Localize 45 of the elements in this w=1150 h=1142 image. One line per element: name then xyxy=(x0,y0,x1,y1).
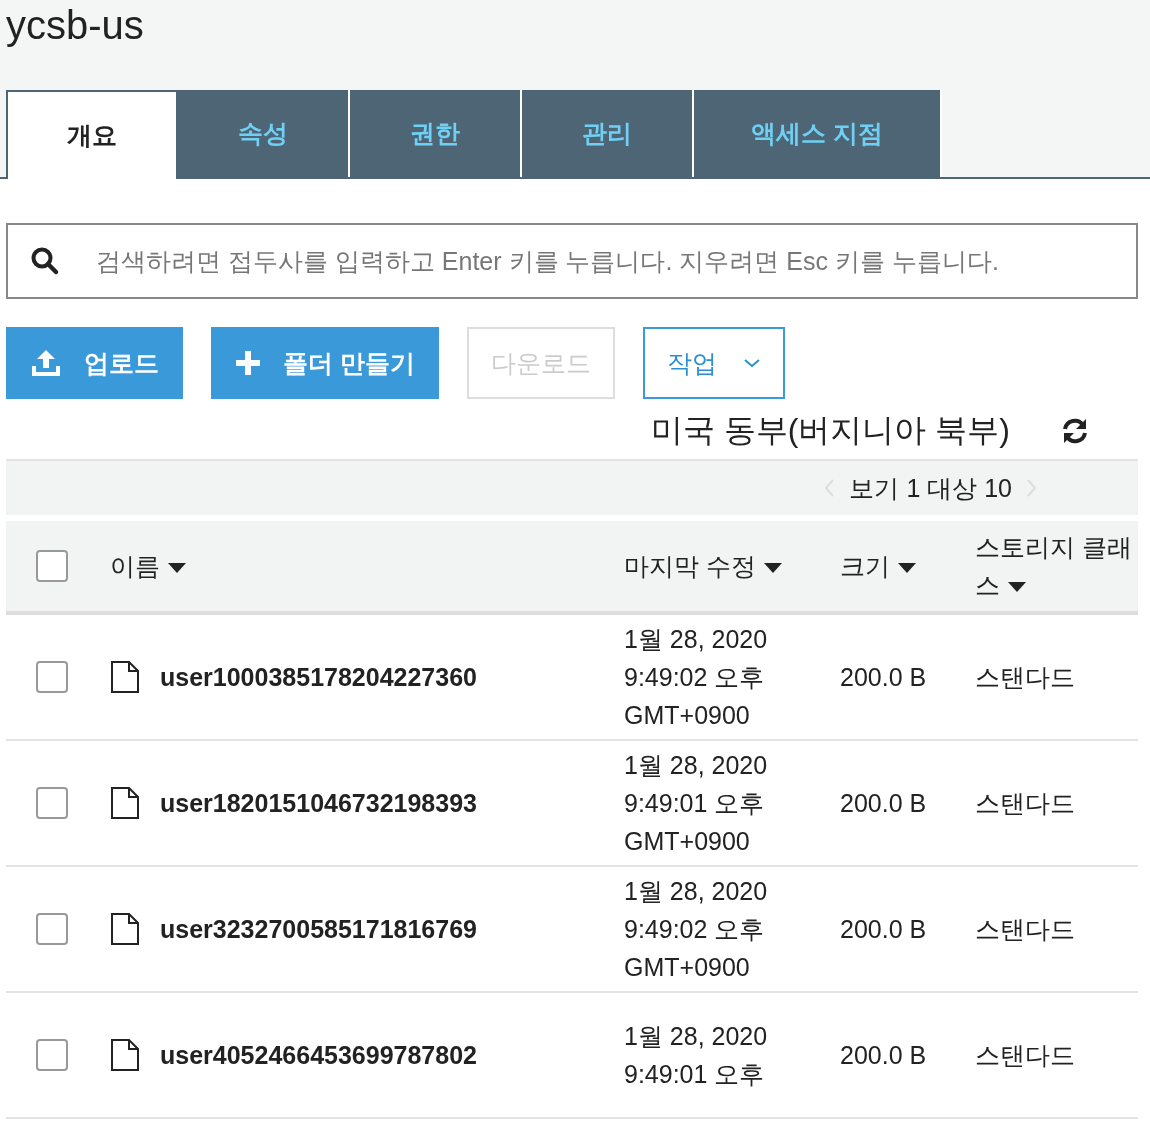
caret-icon xyxy=(898,562,916,573)
pagination-label: 보기 1 대상 10 xyxy=(849,472,1012,504)
row-checkbox[interactable] xyxy=(36,661,68,693)
caret-icon xyxy=(763,562,782,573)
search-icon xyxy=(30,246,60,276)
modified-date: 1월 28, 2020 9:49:02 오후 GMT+0900 xyxy=(624,876,768,983)
column-header[interactable]: 크기 xyxy=(840,549,916,583)
caret-icon xyxy=(1008,582,1026,593)
file-icon xyxy=(110,912,140,946)
modified-date: 1월 28, 2020 9:49:01 오후 xyxy=(624,1021,768,1090)
column-header[interactable]: 스토리지 클래스 xyxy=(975,528,1138,604)
tab[interactable]: 개요 xyxy=(6,90,178,179)
storage-class: 스탠다드 xyxy=(975,661,1075,693)
refresh-icon[interactable] xyxy=(1060,416,1090,446)
chevron-down-icon xyxy=(742,357,761,369)
file-size: 200.0 B xyxy=(840,914,927,944)
bucket-title: ycsb-us xyxy=(6,2,145,49)
plus-icon xyxy=(235,350,261,376)
file-name-link[interactable]: user1820151046732198393 xyxy=(160,788,477,818)
modified-date: 1월 28, 2020 9:49:02 오후 GMT+0900 xyxy=(624,624,768,731)
file-name-link[interactable]: user3232700585171816769 xyxy=(160,914,477,944)
modified-date: 1월 28, 2020 9:49:01 오후 GMT+0900 xyxy=(624,750,768,857)
file-icon xyxy=(110,1038,140,1072)
column-header[interactable]: 마지막 수정 xyxy=(624,549,782,583)
storage-class: 스탠다드 xyxy=(975,1039,1075,1071)
row-checkbox[interactable] xyxy=(36,787,68,819)
file-icon xyxy=(110,786,140,820)
caret-icon xyxy=(168,562,186,573)
toolbar-button[interactable]: 작업 xyxy=(642,327,785,399)
row-checkbox[interactable] xyxy=(36,1039,68,1071)
file-size: 200.0 B xyxy=(840,788,927,818)
file-name-link[interactable]: user4052466453699787802 xyxy=(160,1040,477,1070)
upload-icon xyxy=(30,348,62,378)
file-size: 200.0 B xyxy=(840,662,927,692)
search-input[interactable]: 검색하려면 접두사를 입력하고 Enter 키를 누릅니다. 지우려면 Esc 키를 누릅니다. xyxy=(94,245,1136,277)
search-field[interactable]: 검색하려면 접두사를 입력하고 Enter 키를 누릅니다. 지우려면 Esc 키를 누릅니다. xyxy=(6,223,1138,299)
storage-class: 스탠다드 xyxy=(975,913,1075,945)
select-all-checkbox[interactable] xyxy=(36,550,68,582)
region-label: 미국 동부(버지니아 북부) xyxy=(650,411,1010,450)
file-icon xyxy=(110,660,140,694)
file-size: 200.0 B xyxy=(840,1040,927,1070)
storage-class: 스탠다드 xyxy=(975,787,1075,819)
column-header[interactable]: 이름 xyxy=(110,549,186,583)
row-checkbox[interactable] xyxy=(36,913,68,945)
file-name-link[interactable]: user1000385178204227360 xyxy=(160,662,477,692)
